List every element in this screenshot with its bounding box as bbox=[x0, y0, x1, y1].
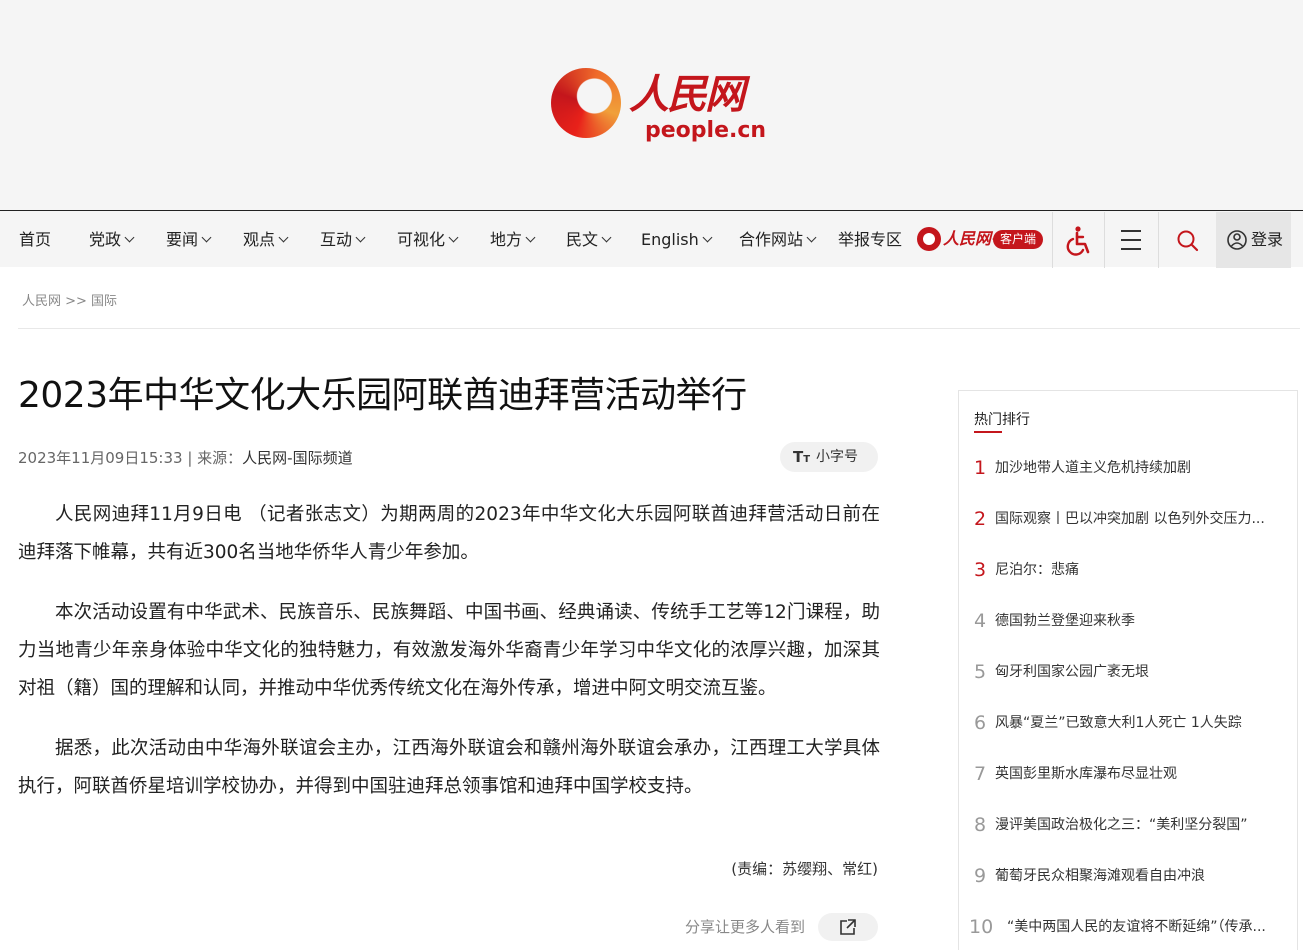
chevron-down-icon bbox=[601, 232, 612, 243]
nav-item-opinion[interactable]: 观点 bbox=[243, 211, 289, 268]
font-size-label: 小字号 bbox=[816, 449, 858, 465]
hot-ranking-item[interactable]: 10 “美中两国人民的友谊将不断延绵”（传承... bbox=[959, 914, 1297, 950]
nav-item-label: 民文 bbox=[566, 230, 599, 249]
rank-number: 7 bbox=[974, 763, 987, 785]
hamburger-menu-icon bbox=[1121, 230, 1141, 250]
article-paragraph: 据悉，此次活动由中华海外联谊会主办，江西海外联谊会和赣州海外联谊会承办，江西理工… bbox=[18, 738, 880, 797]
chevron-down-icon bbox=[201, 232, 212, 243]
rank-number: 2 bbox=[974, 508, 987, 530]
nav-item-party[interactable]: 党政 bbox=[89, 211, 135, 268]
login-button[interactable]: 登录 bbox=[1216, 212, 1291, 268]
accessibility-button[interactable] bbox=[1052, 212, 1104, 268]
nav-item-label: 互动 bbox=[320, 230, 353, 249]
article-source-link[interactable]: 人民网-国际频道 bbox=[242, 449, 352, 467]
nav-item-label: 观点 bbox=[243, 230, 276, 249]
nav-item-local[interactable]: 地方 bbox=[490, 211, 536, 268]
nav-item-visual[interactable]: 可视化 bbox=[397, 211, 459, 268]
nav-item-label: 首页 bbox=[19, 230, 52, 249]
hot-ranking-item[interactable]: 3 尼泊尔：悲痛 bbox=[959, 557, 1297, 608]
chevron-down-icon bbox=[702, 232, 713, 243]
rank-headline-link[interactable]: 德国勃兰登堡迎来秋季 bbox=[995, 610, 1285, 632]
nav-item-interact[interactable]: 互动 bbox=[320, 211, 366, 268]
menu-button[interactable] bbox=[1104, 212, 1158, 268]
chevron-down-icon bbox=[448, 232, 459, 243]
rank-number: 10 bbox=[969, 916, 994, 938]
hot-ranking-item[interactable]: 2 国际观察丨巴以冲突加剧 以色列外交压力... bbox=[959, 506, 1297, 557]
rank-headline-link[interactable]: 风暴“夏兰”已致意大利1人死亡 1人失踪 bbox=[995, 712, 1285, 734]
chevron-down-icon bbox=[525, 232, 536, 243]
nav-item-label: 合作网站 bbox=[739, 230, 804, 249]
font-size-toggle-button[interactable]: TT 小字号 bbox=[780, 442, 878, 472]
rank-headline-link[interactable]: 漫评美国政治极化之三：“美利坚分裂国” bbox=[995, 814, 1285, 836]
text-size-icon: TT bbox=[793, 448, 811, 466]
nav-item-label: 地方 bbox=[490, 230, 523, 249]
article-title: 2023年中华文化大乐园阿联酋迪拜营活动举行 bbox=[18, 375, 747, 416]
breadcrumb[interactable]: 人民网 >> 国际 bbox=[22, 290, 117, 309]
logo-chinese-text: 人民网 bbox=[629, 71, 745, 118]
article-editor: (责编：苏缨翔、常红) bbox=[731, 860, 878, 878]
article-datetime: 2023年11月09日15:33 | 来源： bbox=[18, 449, 243, 467]
share-label: 分享让更多人看到 bbox=[685, 918, 806, 936]
search-button[interactable] bbox=[1158, 212, 1216, 268]
nav-item-label: 要闻 bbox=[166, 230, 199, 249]
rank-number: 5 bbox=[974, 661, 987, 683]
rank-headline-link[interactable]: 匈牙利国家公园广袤无垠 bbox=[995, 661, 1285, 683]
app-logo-icon bbox=[917, 227, 941, 251]
chevron-down-icon bbox=[806, 232, 817, 243]
hot-ranking-item[interactable]: 5 匈牙利国家公园广袤无垠 bbox=[959, 659, 1297, 710]
article-meta: 2023年11月09日15:33 | 来源：人民网-国际频道 bbox=[18, 447, 353, 468]
article-body: 人民网迪拜11月9日电 （记者张志文）为期两周的2023年中华文化大乐园阿联酋迪… bbox=[18, 496, 880, 828]
article-paragraph: 人民网迪拜11月9日电 （记者张志文）为期两周的2023年中华文化大乐园阿联酋迪… bbox=[18, 504, 880, 563]
hot-ranking-item[interactable]: 4 德国勃兰登堡迎来秋季 bbox=[959, 608, 1297, 659]
rank-headline-link[interactable]: 英国彭里斯水库瀑布尽显壮观 bbox=[995, 763, 1285, 785]
nav-item-label: 党政 bbox=[89, 230, 122, 249]
rank-headline-link[interactable]: 葡萄牙民众相聚海滩观看自由冲浪 bbox=[995, 865, 1285, 887]
hot-ranking-item[interactable]: 8 漫评美国政治极化之三：“美利坚分裂国” bbox=[959, 812, 1297, 863]
logo-emblem-icon bbox=[551, 68, 621, 138]
nav-item-minority[interactable]: 民文 bbox=[566, 211, 612, 268]
rank-headline-link[interactable]: 加沙地带人道主义危机持续加剧 bbox=[995, 457, 1285, 479]
rank-number: 4 bbox=[974, 610, 987, 632]
title-underline bbox=[974, 431, 1002, 433]
hot-ranking-title: 热门排行 bbox=[974, 412, 1030, 428]
nav-item-label: 举报专区 bbox=[838, 230, 903, 249]
user-icon bbox=[1227, 230, 1247, 250]
login-label: 登录 bbox=[1251, 230, 1284, 249]
nav-item-english[interactable]: English bbox=[641, 211, 713, 268]
app-tag-badge: 客户端 bbox=[993, 230, 1044, 249]
main-nav: 首页 党政 要闻 观点 互动 可视化 地方 民文 English 合作网站 举报… bbox=[0, 210, 1303, 268]
rank-headline-link[interactable]: “美中两国人民的友谊将不断延绵”（传承... bbox=[1007, 916, 1287, 938]
rank-headline-link[interactable]: 尼泊尔：悲痛 bbox=[995, 559, 1285, 581]
hot-ranking-item[interactable]: 9 葡萄牙民众相聚海滩观看自由冲浪 bbox=[959, 863, 1297, 914]
rank-number: 9 bbox=[974, 865, 987, 887]
article-paragraph: 本次活动设置有中华武术、民族音乐、民族舞蹈、中国书画、经典诵读、传统手工艺等12… bbox=[18, 602, 880, 699]
rank-number: 1 bbox=[974, 457, 987, 479]
rank-number: 3 bbox=[974, 559, 987, 581]
chevron-down-icon bbox=[278, 232, 289, 243]
hot-ranking-panel: 热门排行 1 加沙地带人道主义危机持续加剧 2 国际观察丨巴以冲突加剧 以色列外交压力… bbox=[958, 390, 1298, 950]
masthead: 人民网 people.cn bbox=[0, 0, 1303, 210]
chevron-down-icon bbox=[124, 232, 135, 243]
hot-ranking-item[interactable]: 7 英国彭里斯水库瀑布尽显壮观 bbox=[959, 761, 1297, 812]
share-button[interactable] bbox=[818, 913, 878, 941]
nav-item-label: English bbox=[641, 230, 699, 249]
divider bbox=[18, 328, 1300, 329]
nav-item-news[interactable]: 要闻 bbox=[166, 211, 212, 268]
nav-item-label: 可视化 bbox=[397, 230, 446, 249]
hot-ranking-item[interactable]: 1 加沙地带人道主义危机持续加剧 bbox=[959, 455, 1297, 506]
chevron-down-icon bbox=[355, 232, 366, 243]
rank-number: 8 bbox=[974, 814, 987, 836]
logo-english-text: people.cn bbox=[645, 118, 767, 143]
hot-ranking-item[interactable]: 6 风暴“夏兰”已致意大利1人死亡 1人失踪 bbox=[959, 710, 1297, 761]
wheelchair-icon bbox=[1066, 226, 1090, 256]
nav-item-report[interactable]: 举报专区 bbox=[838, 211, 902, 268]
share-external-icon bbox=[840, 919, 856, 935]
search-icon bbox=[1177, 230, 1199, 252]
nav-item-partners[interactable]: 合作网站 bbox=[739, 211, 817, 268]
rank-headline-link[interactable]: 国际观察丨巴以冲突加剧 以色列外交压力... bbox=[995, 508, 1285, 530]
nav-item-home[interactable]: 首页 bbox=[19, 211, 51, 268]
people-cn-logo[interactable]: 人民网 people.cn bbox=[551, 62, 767, 148]
rank-number: 6 bbox=[974, 712, 987, 734]
